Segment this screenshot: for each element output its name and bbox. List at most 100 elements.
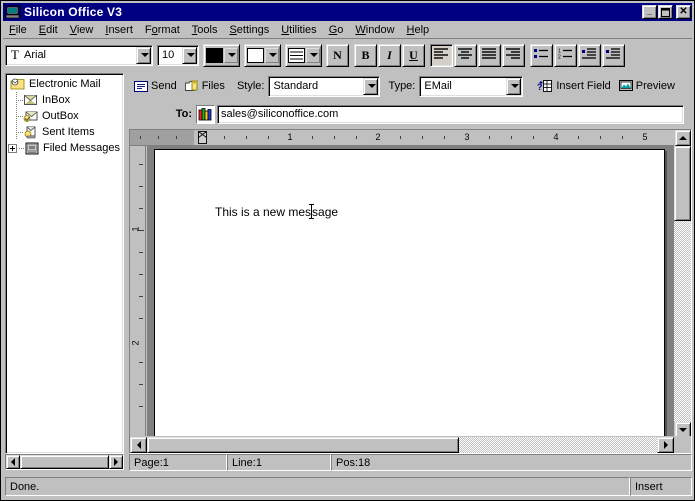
to-input[interactable]: sales@siliconoffice.com — [217, 104, 684, 124]
scroll-left-button[interactable] — [130, 436, 147, 453]
italic-button[interactable]: I — [378, 43, 401, 67]
tree-item-sent-items[interactable]: Sent Items — [6, 124, 123, 140]
insert-field-button[interactable]: ? Insert Field — [533, 75, 614, 97]
document-canvas[interactable]: This is a new message — [147, 146, 675, 438]
borders-picker[interactable] — [285, 43, 322, 67]
menu-item-settings[interactable]: Settings — [223, 23, 275, 37]
increase-indent-icon — [606, 48, 621, 62]
files-label: Files — [201, 80, 225, 92]
scrollbar-corner — [674, 436, 691, 453]
document-horizontal-scrollbar[interactable] — [130, 436, 691, 453]
numeric-format-label: N — [333, 47, 342, 62]
document-status-bar: Page:1 Line:1 Pos:18 — [129, 454, 692, 471]
fill-color-dropdown-arrow[interactable] — [224, 47, 238, 63]
style-dropdown-arrow[interactable] — [363, 77, 379, 95]
send-label: Send — [151, 80, 177, 92]
numbered-list-button[interactable]: 12 — [554, 43, 577, 67]
tree-item-filed-messages[interactable]: Filed Messages — [6, 140, 123, 156]
horizontal-scroll-track[interactable] — [147, 436, 657, 453]
ruler-number: 3 — [464, 132, 470, 142]
menu-item-utilities[interactable]: Utilities — [275, 23, 322, 37]
vertical-scroll-track[interactable] — [674, 146, 691, 422]
type-value: EMail — [424, 80, 452, 92]
sidebar-scroll-track[interactable] — [20, 455, 109, 469]
menu-item-go[interactable]: Go — [323, 23, 350, 37]
menu-item-tools[interactable]: Tools — [186, 23, 224, 37]
scroll-right-button[interactable] — [109, 455, 123, 469]
bold-button[interactable]: B — [354, 43, 377, 67]
address-book-button[interactable] — [196, 104, 215, 125]
minimize-button[interactable]: _ — [642, 5, 657, 19]
scroll-left-button[interactable] — [6, 455, 20, 469]
numeric-format-button[interactable]: N — [326, 43, 349, 67]
tree-item-label: Electronic Mail — [29, 78, 101, 90]
menu-item-edit[interactable]: Edit — [33, 23, 64, 37]
borders-dropdown-arrow[interactable] — [306, 47, 320, 63]
bullet-list-button[interactable] — [530, 43, 553, 67]
ruler-number: 2 — [375, 132, 381, 142]
sidebar-horizontal-scrollbar[interactable] — [5, 454, 124, 470]
outbox-icon — [23, 109, 39, 123]
scroll-right-button[interactable] — [657, 436, 674, 453]
menu-item-insert[interactable]: Insert — [99, 23, 139, 37]
align-left-button[interactable] — [430, 43, 453, 67]
preview-button[interactable]: Preview — [615, 75, 679, 97]
tree-item-electronic-mail[interactable]: Electronic Mail — [6, 76, 123, 92]
horizontal-scroll-thumb[interactable] — [147, 436, 459, 453]
expand-toggle-icon[interactable] — [8, 143, 17, 153]
menu-item-help[interactable]: Help — [401, 23, 436, 37]
editor-pane: 1 2 3 4 5 1 2 This is a new message — [129, 129, 692, 454]
font-name-combo[interactable]: T Arial — [5, 44, 153, 66]
ruler-number: 1 — [287, 132, 293, 142]
font-name-dropdown-arrow[interactable] — [136, 46, 151, 64]
align-center-button[interactable] — [454, 43, 477, 67]
envelope-icon — [134, 80, 148, 92]
indent-marker-icon[interactable] — [198, 131, 207, 144]
font-size-combo[interactable]: 10 — [157, 44, 199, 66]
vertical-scroll-thumb[interactable] — [674, 146, 691, 221]
menu-item-format[interactable]: Format — [139, 23, 186, 37]
menu-item-window[interactable]: Window — [349, 23, 400, 37]
align-right-button[interactable] — [502, 43, 525, 67]
address-book-icon — [198, 107, 213, 125]
ruler-number: 5 — [642, 132, 648, 142]
maximize-button[interactable] — [658, 5, 673, 19]
line-color-dropdown-arrow[interactable] — [265, 47, 279, 63]
align-justify-button[interactable] — [478, 43, 501, 67]
text-caret — [309, 204, 315, 219]
style-combo[interactable]: Standard — [268, 75, 381, 97]
document-text[interactable]: This is a new message — [215, 204, 338, 219]
underline-button[interactable]: U — [402, 43, 425, 67]
scroll-up-button[interactable] — [674, 130, 691, 146]
type-dropdown-arrow[interactable] — [506, 77, 522, 95]
type-combo[interactable]: EMail — [419, 75, 524, 97]
sidebar-scroll-thumb[interactable] — [20, 455, 109, 469]
monitor-icon — [618, 80, 633, 92]
vertical-ruler[interactable]: 1 2 — [130, 146, 146, 438]
tree-item-label: Sent Items — [42, 126, 95, 138]
document-page[interactable]: This is a new message — [154, 149, 665, 438]
files-button[interactable]: Files — [181, 75, 229, 97]
underline-label: U — [409, 47, 418, 62]
fill-color-picker[interactable] — [203, 43, 240, 67]
menu-item-view[interactable]: View — [64, 23, 100, 37]
send-button[interactable]: Send — [130, 75, 181, 97]
horizontal-ruler[interactable]: 1 2 3 4 5 — [130, 130, 675, 146]
menu-item-file[interactable]: File — [3, 23, 33, 37]
filed-messages-icon — [24, 141, 40, 155]
status-pos: Pos:18 — [331, 454, 692, 471]
format-toolbar: T Arial 10 N B I U 1 2 — [3, 41, 692, 69]
document-vertical-scrollbar[interactable] — [674, 130, 691, 438]
decrease-indent-button[interactable] — [578, 43, 601, 67]
status-message: Done. — [5, 477, 630, 496]
mail-folder-icon — [10, 77, 26, 91]
font-name-value: Arial — [24, 49, 47, 61]
close-button[interactable]: ✕ — [676, 5, 691, 19]
increase-indent-button[interactable] — [602, 43, 625, 67]
folder-tree-panel[interactable]: Electronic Mail InBox OutBox Sent Items … — [5, 73, 124, 454]
line-color-picker[interactable] — [244, 43, 281, 67]
tree-item-outbox[interactable]: OutBox — [6, 108, 123, 124]
bullet-list-icon — [534, 48, 549, 62]
tree-item-inbox[interactable]: InBox — [6, 92, 123, 108]
font-size-dropdown-arrow[interactable] — [182, 46, 197, 64]
